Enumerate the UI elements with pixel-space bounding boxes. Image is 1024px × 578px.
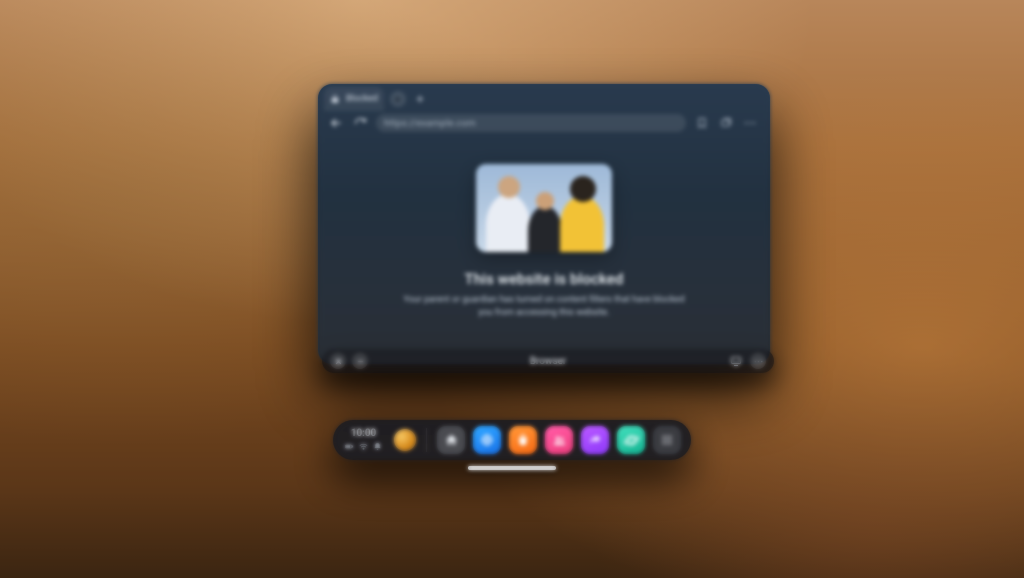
back-button[interactable] bbox=[328, 115, 344, 131]
blocked-subtext: Your parent or guardian has turned on co… bbox=[399, 294, 689, 320]
home-indicator[interactable] bbox=[468, 466, 556, 470]
system-dock: 10:00 bbox=[333, 420, 691, 460]
wifi-icon bbox=[359, 442, 368, 451]
browser-window: Blocked https://example.com bbox=[318, 84, 770, 364]
battery-icon bbox=[345, 442, 354, 451]
dock-status-area[interactable]: 10:00 bbox=[343, 427, 386, 453]
dock-share-button[interactable] bbox=[581, 426, 609, 454]
dock-browser-button[interactable] bbox=[617, 426, 645, 454]
dock-people-button[interactable] bbox=[545, 426, 573, 454]
window-title: Browser bbox=[368, 356, 728, 367]
blocked-content: This website is blocked Your parent or g… bbox=[318, 136, 770, 364]
menu-button[interactable] bbox=[742, 115, 758, 131]
tab-title: Blocked bbox=[346, 95, 378, 104]
tab-blocked[interactable]: Blocked bbox=[324, 87, 384, 111]
blocked-illustration bbox=[476, 164, 612, 252]
dock-time: 10:00 bbox=[351, 429, 376, 439]
notifications-icon bbox=[373, 442, 382, 451]
blocked-headline: This website is blocked bbox=[465, 270, 624, 288]
cast-button[interactable] bbox=[728, 353, 744, 369]
dock-store-button[interactable] bbox=[509, 426, 537, 454]
url-bar[interactable]: https://example.com bbox=[376, 114, 686, 132]
dock-apps-button[interactable] bbox=[653, 426, 681, 454]
toolbar: https://example.com bbox=[318, 110, 770, 138]
window-more-button[interactable] bbox=[750, 353, 766, 369]
url-text: https://example.com bbox=[384, 118, 476, 129]
lock-icon bbox=[330, 94, 340, 104]
tabs-overview-button[interactable] bbox=[718, 115, 734, 131]
bookmark-button[interactable] bbox=[694, 115, 710, 131]
window-footer: Browser bbox=[318, 348, 778, 374]
dock-explore-button[interactable] bbox=[473, 426, 501, 454]
dock-home-button[interactable] bbox=[437, 426, 465, 454]
minimize-window-button[interactable] bbox=[352, 353, 368, 369]
tab-close-button[interactable] bbox=[390, 91, 406, 107]
new-tab-button[interactable] bbox=[412, 91, 428, 107]
tab-bar: Blocked bbox=[318, 84, 770, 110]
close-window-button[interactable] bbox=[330, 353, 346, 369]
reload-button[interactable] bbox=[352, 115, 368, 131]
dock-divider bbox=[426, 428, 427, 452]
dock-status-icons bbox=[345, 442, 382, 451]
profile-avatar[interactable] bbox=[394, 429, 416, 451]
